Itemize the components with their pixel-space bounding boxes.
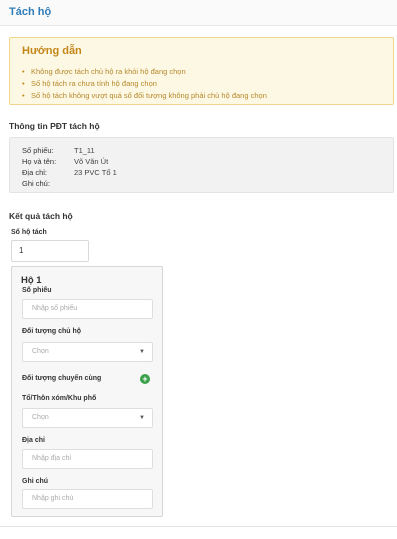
info-box: Số phiếu: T1_11 Họ và tên: Võ Văn Út Địa c…	[9, 137, 394, 193]
address-label: Địa chỉ	[22, 437, 45, 444]
guide-item: • Không được tách chủ hộ ra khỏi hộ đang …	[22, 67, 186, 76]
bullet-icon: •	[22, 91, 25, 100]
note-label: Ghi chú	[22, 478, 49, 485]
info-row-address: Địa chỉ: 23 PVC Tổ 1	[22, 168, 117, 177]
address-input[interactable]: Nhập địa chỉ	[22, 449, 153, 469]
caret-down-icon: ▼	[139, 349, 145, 355]
head-select[interactable]: Chọn ▼	[22, 342, 153, 362]
moving-label: Đối tượng chuyển cùng	[22, 375, 102, 382]
info-row-receipt: Số phiếu: T1_11	[22, 146, 95, 155]
page-header: Tách hộ	[0, 0, 397, 26]
info-row-note: Ghi chú:	[22, 179, 50, 188]
count-label: Số hộ tách	[11, 229, 47, 236]
guide-list: • Không được tách chủ hộ ra khỏi hộ đang …	[22, 66, 267, 102]
guide-box: Hướng dẫn • Không được tách chủ hộ ra khỏ…	[9, 37, 394, 105]
head-select-value: Chọn	[32, 348, 49, 355]
info-row-name: Họ và tên: Võ Văn Út	[22, 157, 109, 166]
guide-title: Hướng dẫn	[22, 45, 82, 57]
household-count-input[interactable]: 1	[11, 240, 89, 262]
page-title: Tách hộ	[9, 6, 52, 18]
caret-down-icon: ▼	[139, 415, 145, 421]
household-panel: Hộ 1 Số phiếu Nhập số phiếu Đối tượng ch…	[11, 266, 163, 517]
household-title: Hộ 1	[21, 275, 42, 286]
divider	[0, 526, 397, 527]
guide-item: • Số hộ tách không vượt quá số đối tượng …	[22, 91, 267, 100]
receipt-label: Số phiếu	[22, 287, 52, 294]
result-section-title: Kết quả tách hộ	[9, 211, 73, 221]
guide-item: • Số hộ tách ra chưa tính hộ đang chọn	[22, 79, 157, 88]
receipt-input[interactable]: Nhập số phiếu	[22, 299, 153, 319]
area-label: Tổ/Thôn xóm/Khu phố	[22, 395, 97, 402]
head-label: Đối tượng chủ hộ	[22, 328, 82, 335]
info-section-title: Thông tin PĐT tách hộ	[9, 121, 100, 131]
add-moving-member-icon[interactable]: +	[140, 374, 150, 384]
bullet-icon: •	[22, 79, 25, 88]
area-select[interactable]: Chọn ▼	[22, 408, 153, 428]
note-input[interactable]: Nhập ghi chú	[22, 489, 153, 509]
area-select-value: Chọn	[32, 414, 49, 421]
bullet-icon: •	[22, 67, 25, 76]
